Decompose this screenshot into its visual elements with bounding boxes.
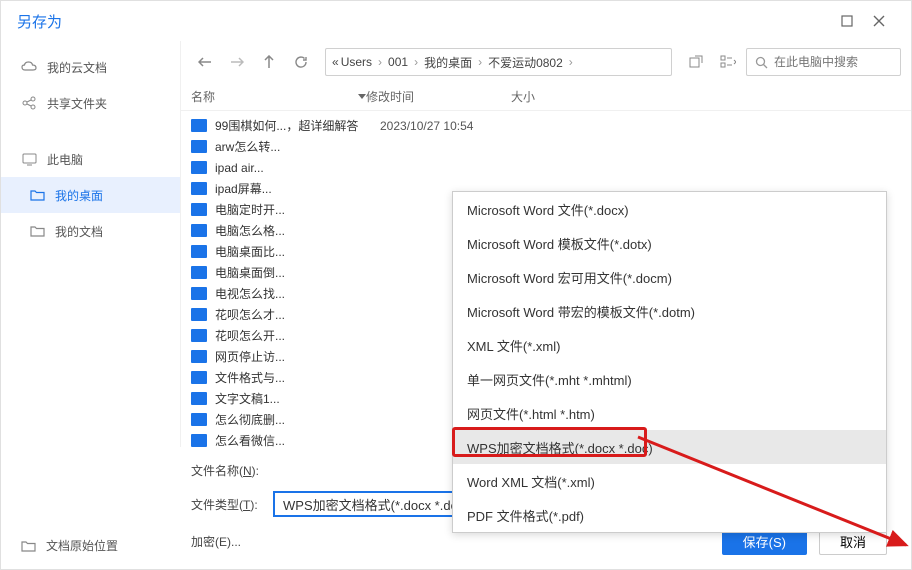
- sidebar-desktop[interactable]: 我的桌面: [1, 177, 180, 213]
- search-input[interactable]: [774, 55, 892, 69]
- filename-label: 文件名称(N):: [191, 462, 263, 479]
- folder-icon: [191, 119, 207, 132]
- toolbar: « Users› 001› 我的桌面› 不爱运动0802›: [181, 41, 911, 83]
- folder-icon: [191, 140, 207, 153]
- maximize-button[interactable]: [831, 5, 863, 37]
- file-row[interactable]: arw怎么转...: [181, 136, 911, 157]
- filetype-option[interactable]: Microsoft Word 模板文件(*.dotx): [453, 226, 886, 260]
- close-button[interactable]: [863, 5, 895, 37]
- folder-icon: [191, 245, 207, 258]
- back-button[interactable]: [191, 48, 219, 76]
- folder-icon: [191, 182, 207, 195]
- bc-item[interactable]: 001: [388, 55, 408, 69]
- filetype-option[interactable]: XML 文件(*.xml): [453, 328, 886, 362]
- column-date[interactable]: 修改时间: [366, 88, 511, 105]
- folder-icon: [20, 538, 36, 554]
- search-box[interactable]: [746, 48, 901, 76]
- filetype-dropdown: Microsoft Word 文件(*.docx)Microsoft Word …: [452, 191, 887, 533]
- filetype-option[interactable]: WPS加密文档格式(*.docx *.doc): [453, 430, 886, 464]
- refresh-button[interactable]: [287, 48, 315, 76]
- filetype-option[interactable]: Word XML 文档(*.xml): [453, 464, 886, 498]
- folder-icon: [191, 434, 207, 447]
- cloud-icon: [21, 59, 37, 75]
- search-icon: [755, 56, 768, 69]
- newwindow-button[interactable]: [682, 48, 710, 76]
- bc-item[interactable]: 不爱运动0802: [488, 54, 563, 71]
- folder-icon: [191, 287, 207, 300]
- folder-icon: [191, 161, 207, 174]
- bc-item[interactable]: Users: [341, 55, 372, 69]
- main-area: « Users› 001› 我的桌面› 不爱运动0802› 名称 修改时间 大小: [181, 41, 911, 447]
- sidebar-share[interactable]: 共享文件夹: [1, 85, 180, 121]
- sidebar-cloud[interactable]: 我的云文档: [1, 49, 180, 85]
- folder-icon: [191, 203, 207, 216]
- folder-icon: [191, 392, 207, 405]
- column-name[interactable]: 名称: [191, 88, 366, 105]
- folder-icon: [29, 187, 45, 203]
- filetype-option[interactable]: Microsoft Word 宏可用文件(*.docm): [453, 260, 886, 294]
- filetype-option[interactable]: Microsoft Word 文件(*.docx): [453, 192, 886, 226]
- filetype-option[interactable]: Microsoft Word 带宏的模板文件(*.dotm): [453, 294, 886, 328]
- breadcrumb[interactable]: « Users› 001› 我的桌面› 不爱运动0802›: [325, 48, 672, 76]
- computer-icon: [21, 151, 37, 167]
- file-row[interactable]: 99围棋如何...，超详细解答2023/10/27 10:54: [181, 115, 911, 136]
- folder-icon: [191, 266, 207, 279]
- encrypt-link[interactable]: 加密(E)...: [191, 533, 241, 550]
- forward-button[interactable]: [223, 48, 251, 76]
- filetype-option[interactable]: 单一网页文件(*.mht *.mhtml): [453, 362, 886, 396]
- sort-icon: [358, 94, 366, 100]
- filetype-option[interactable]: PDF 文件格式(*.pdf): [453, 498, 886, 532]
- folder-icon: [191, 371, 207, 384]
- file-row[interactable]: ipad air...: [181, 157, 911, 178]
- sidebar-docs[interactable]: 我的文档: [1, 213, 180, 249]
- sidebar-pc[interactable]: 此电脑: [1, 141, 180, 177]
- folder-icon: [191, 413, 207, 426]
- bc-item[interactable]: 我的桌面: [424, 54, 472, 71]
- folder-icon: [29, 223, 45, 239]
- view-button[interactable]: [714, 48, 742, 76]
- share-icon: [21, 95, 37, 111]
- folder-icon: [191, 329, 207, 342]
- column-size[interactable]: 大小: [511, 88, 901, 105]
- folder-icon: [191, 308, 207, 321]
- sidebar-original-location[interactable]: 文档原始位置: [46, 537, 118, 554]
- filetype-option[interactable]: 网页文件(*.html *.htm): [453, 396, 886, 430]
- up-button[interactable]: [255, 48, 283, 76]
- bc-prefix: «: [332, 55, 339, 69]
- sidebar: 我的云文档 共享文件夹 此电脑 我的桌面 我的文档: [1, 41, 181, 447]
- folder-icon: [191, 350, 207, 363]
- folder-icon: [191, 224, 207, 237]
- titlebar: 另存为: [1, 1, 911, 41]
- dialog-title: 另存为: [17, 11, 62, 32]
- column-headers: 名称 修改时间 大小: [181, 83, 911, 111]
- filetype-label: 文件类型(T):: [191, 496, 263, 513]
